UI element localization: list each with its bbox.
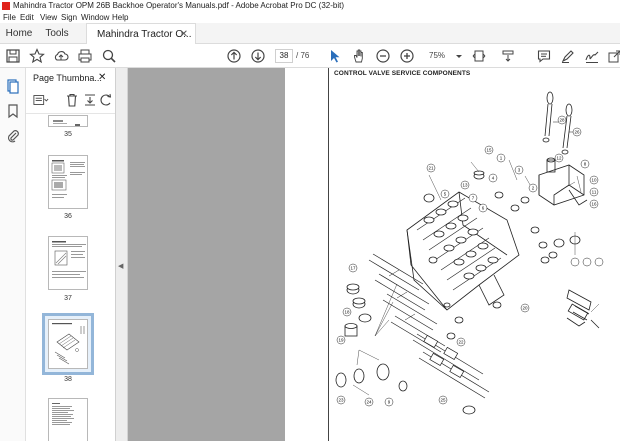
seal-and-spring-parts — [335, 170, 581, 415]
menu-file[interactable]: File — [3, 12, 16, 23]
callout-label: 11 — [592, 190, 597, 195]
title-bar: Mahindra Tractor OPM 26B Backhoe Operato… — [0, 0, 620, 12]
control-valve-exploded-diagram: 28 26 21 15 13 7 6 5 4 3 2 1 12 8 10 11 … — [335, 91, 604, 415]
main-toolbar: 38 / 76 75% — [0, 44, 620, 68]
callout-label: 18 — [344, 310, 350, 315]
tab-document[interactable]: Mahindra Tractor O... ✕ — [86, 23, 196, 45]
next-page-icon[interactable] — [250, 48, 266, 64]
upload-cloud-icon[interactable] — [53, 48, 69, 64]
hand-tool-icon[interactable] — [351, 48, 367, 64]
close-tab-icon[interactable]: ✕ — [180, 24, 188, 45]
part-callouts: 28 26 21 15 13 7 6 5 4 3 2 1 12 8 10 11 … — [336, 115, 604, 407]
thumbnails-panel: Page Thumbna... ✕ 35 36 37 38 — [26, 68, 116, 441]
sign-icon[interactable] — [584, 48, 600, 64]
page-thumbnails-icon[interactable] — [5, 78, 21, 94]
bookmarks-icon[interactable] — [5, 103, 21, 119]
close-panel-icon[interactable]: ✕ — [98, 68, 106, 88]
callout-label: 20 — [522, 306, 528, 311]
tab-home[interactable]: Home — [4, 23, 34, 44]
select-cursor-icon[interactable] — [327, 48, 343, 64]
callout-label: 21 — [428, 166, 434, 171]
callout-label: 15 — [486, 148, 492, 153]
page-fit-icon[interactable] — [471, 48, 487, 64]
callout-label: 13 — [462, 183, 468, 188]
relief-valve-assembly — [538, 157, 588, 206]
scroll-mode-icon[interactable] — [500, 48, 516, 64]
valve-body — [406, 191, 520, 311]
callout-label: 17 — [350, 266, 356, 271]
zoom-level[interactable]: 75% — [429, 49, 445, 63]
share-icon[interactable] — [606, 48, 620, 64]
left-navigation-rail — [0, 68, 26, 441]
page-thumbnail-35[interactable] — [48, 115, 88, 127]
thumbnails-header: Page Thumbna... ✕ — [26, 68, 115, 88]
callout-label: 23 — [338, 398, 344, 403]
panel-splitter[interactable]: ◀ — [116, 68, 128, 441]
callout-label: 25 — [440, 398, 446, 403]
extract-pages-icon[interactable] — [82, 92, 98, 108]
tab-tools[interactable]: Tools — [42, 23, 72, 44]
zoom-out-icon[interactable] — [375, 48, 391, 64]
comment-icon[interactable] — [536, 48, 552, 64]
page-thumbnail-36[interactable] — [48, 155, 88, 209]
callout-label: 12 — [556, 156, 562, 161]
zoom-in-icon[interactable] — [399, 48, 415, 64]
menu-help[interactable]: Help — [112, 12, 128, 23]
page-thumbnail-39[interactable] — [48, 398, 88, 441]
document-background — [128, 68, 285, 441]
search-icon[interactable] — [101, 48, 117, 64]
tab-document-label: Mahindra Tractor O... — [97, 29, 192, 40]
thumbnails-toolbar — [26, 88, 115, 114]
window-title: Mahindra Tractor OPM 26B Backhoe Operato… — [13, 1, 345, 10]
acrobat-app-icon — [2, 2, 10, 10]
page-thumbnail-38[interactable] — [48, 319, 88, 369]
callout-label: 16 — [591, 202, 597, 207]
menu-window[interactable]: Window — [81, 12, 109, 23]
page-label-37: 37 — [64, 295, 72, 302]
page-number-input[interactable]: 38 — [275, 49, 293, 63]
menu-sign[interactable]: Sign — [61, 12, 77, 23]
zoom-dropdown-chevron-icon[interactable] — [451, 48, 467, 64]
thumbnails-title: Page Thumbna... — [33, 73, 102, 83]
page-label-35: 35 — [64, 131, 72, 138]
callout-label: 24 — [366, 400, 372, 405]
control-lever-group — [542, 91, 573, 155]
collapse-panel-arrow-icon[interactable]: ◀ — [118, 262, 123, 270]
callout-label: 10 — [591, 178, 597, 183]
callout-label: 28 — [559, 118, 565, 123]
page-total: / 76 — [296, 51, 310, 60]
callout-label: 19 — [338, 338, 344, 343]
save-icon[interactable] — [5, 48, 21, 64]
delete-page-icon[interactable] — [64, 92, 80, 108]
tab-bar: Home Tools Mahindra Tractor O... ✕ — [0, 23, 620, 45]
pdf-page: CONTROL VALVE SERVICE COMPONENTS 28 26 2… — [328, 68, 620, 441]
print-icon[interactable] — [77, 48, 93, 64]
menu-view[interactable]: View — [40, 12, 57, 23]
bookmark-star-icon[interactable] — [29, 48, 45, 64]
callout-label: 22 — [458, 340, 464, 345]
page-label-38: 38 — [64, 376, 72, 383]
highlight-pen-icon[interactable] — [560, 48, 576, 64]
page-label-36: 36 — [64, 213, 72, 220]
thumbnail-options-icon[interactable] — [32, 92, 50, 108]
previous-page-icon[interactable] — [226, 48, 242, 64]
page-thumbnail-37[interactable] — [48, 236, 88, 290]
page-heading: CONTROL VALVE SERVICE COMPONENTS — [334, 70, 471, 77]
attachments-icon[interactable] — [5, 128, 21, 144]
rotate-page-icon[interactable] — [98, 92, 114, 108]
callout-label: 26 — [574, 130, 580, 135]
menu-bar: File Edit View Sign Window Help — [0, 12, 620, 23]
menu-edit[interactable]: Edit — [20, 12, 34, 23]
